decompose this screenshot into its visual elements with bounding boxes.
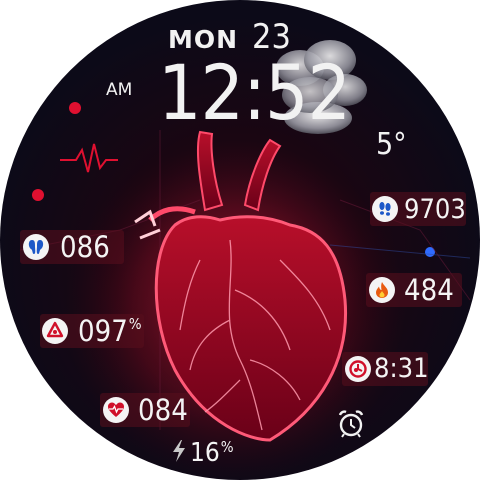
steps-value: 9703 — [404, 194, 466, 225]
red-dot-indicator — [69, 102, 81, 114]
heart-pulse-icon — [103, 397, 129, 423]
oxygen-value: 097% — [78, 314, 142, 348]
kidney-value: 086 — [60, 230, 110, 264]
watch-face: MON 23 AM 12:52 5° 086 097% 084 16% 9703… — [0, 0, 480, 480]
alarm-clock-icon[interactable] — [336, 408, 366, 438]
sleep-value: 8:31 — [374, 353, 429, 384]
footsteps-icon — [372, 196, 398, 222]
flame-icon — [369, 277, 395, 303]
temperature: 5° — [376, 127, 407, 162]
red-dot-indicator — [32, 189, 44, 201]
calories-value: 484 — [404, 273, 454, 307]
battery-value: 16% — [190, 438, 234, 468]
blood-drop-icon — [42, 318, 68, 344]
heart-rate-value: 084 — [138, 393, 188, 427]
time-display: 12:52 — [158, 48, 351, 137]
lightning-icon — [172, 440, 186, 466]
sleep-icon — [345, 356, 371, 382]
am-pm-indicator: AM — [106, 80, 133, 100]
kidney-icon — [23, 234, 49, 260]
